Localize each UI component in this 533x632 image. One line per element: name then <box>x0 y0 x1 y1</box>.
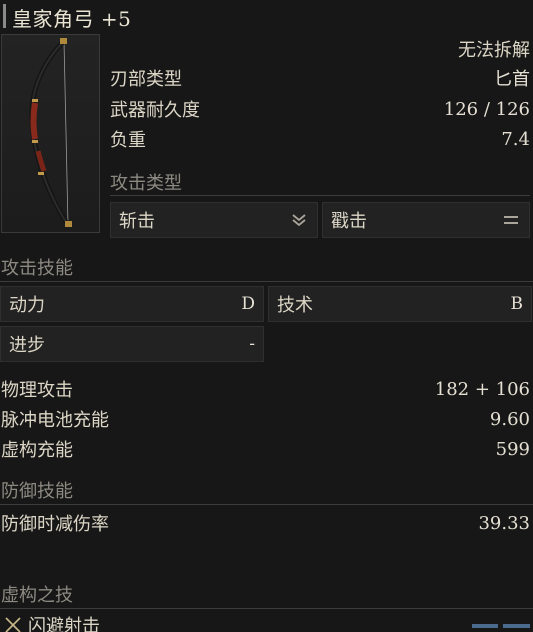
double-chevron-down-icon <box>289 211 309 229</box>
stat-row-blade-type: 刃部类型 匕首 <box>110 65 530 91</box>
stat-row-weight: 负重 7.4 <box>110 126 530 152</box>
stat-row-durability: 武器耐久度 126 / 126 <box>110 96 530 122</box>
page-indicator[interactable] <box>503 624 530 628</box>
stat-value: 39.33 <box>478 512 530 534</box>
stat-label: 虚构充能 <box>1 440 73 461</box>
stat-row-guard-reduction: 防御时减伤率 39.33 <box>1 510 530 536</box>
skill-grade: - <box>249 334 255 354</box>
attack-type-heading: 攻击类型 <box>110 173 182 194</box>
defense-heading: 防御技能 <box>1 481 73 502</box>
skill-label: 动力 <box>9 295 45 316</box>
bow-icon <box>29 38 72 227</box>
title-bar: 皇家角弓 +5 <box>0 0 533 34</box>
attack-type-label: 戳击 <box>331 211 367 232</box>
skill-grade: B <box>510 294 524 314</box>
equals-icon <box>501 211 521 229</box>
stat-row-fable-charge: 虚构充能 599 <box>1 436 530 462</box>
stat-row-physical-attack: 物理攻击 182 + 106 <box>1 376 530 402</box>
stat-label: 防御时减伤率 <box>1 514 109 535</box>
stat-value: 599 <box>495 438 530 460</box>
divider <box>0 504 533 505</box>
stat-row-pulse-charge: 脉冲电池充能 9.60 <box>1 406 530 432</box>
stat-label: 刃部类型 <box>110 69 182 90</box>
attack-skill-heading: 攻击技能 <box>1 258 73 279</box>
fable-skill-row[interactable]: 闪避射击 <box>4 612 304 632</box>
attack-type-label: 斩击 <box>119 211 155 232</box>
stat-label: 脉冲电池充能 <box>1 410 109 431</box>
stat-value: 9.60 <box>489 408 530 430</box>
stat-label: 负重 <box>110 130 146 151</box>
item-thumbnail <box>1 34 100 233</box>
skill-cell-advance[interactable]: 进步 - <box>0 326 264 362</box>
skill-label: 技术 <box>277 295 313 316</box>
crossed-swords-icon <box>4 616 22 632</box>
stat-label: 物理攻击 <box>1 380 73 401</box>
stat-value: 126 / 126 <box>443 98 530 120</box>
fable-skill-name: 闪避射击 <box>28 616 100 632</box>
salvage-status: 无法拆解 <box>448 36 530 62</box>
stat-value: 7.4 <box>501 128 530 150</box>
stat-value: 匕首 <box>494 69 530 90</box>
salvage-status-text: 无法拆解 <box>458 40 530 61</box>
stat-label: 武器耐久度 <box>110 100 200 121</box>
title-accent <box>3 4 6 28</box>
divider <box>0 608 533 609</box>
attack-type-thrust[interactable]: 戳击 <box>322 202 530 238</box>
divider <box>0 281 533 282</box>
skill-label: 进步 <box>9 335 45 356</box>
stat-value: 182 + 106 <box>434 378 530 400</box>
skill-grade: D <box>241 294 255 314</box>
attack-type-slash[interactable]: 斩击 <box>110 202 318 238</box>
fable-art-heading: 虚构之技 <box>1 585 73 606</box>
page-indicator[interactable] <box>472 624 498 628</box>
item-name: 皇家角弓 +5 <box>12 7 132 31</box>
skill-cell-technique[interactable]: 技术 B <box>268 286 532 322</box>
divider <box>110 195 530 196</box>
skill-cell-power[interactable]: 动力 D <box>0 286 264 322</box>
